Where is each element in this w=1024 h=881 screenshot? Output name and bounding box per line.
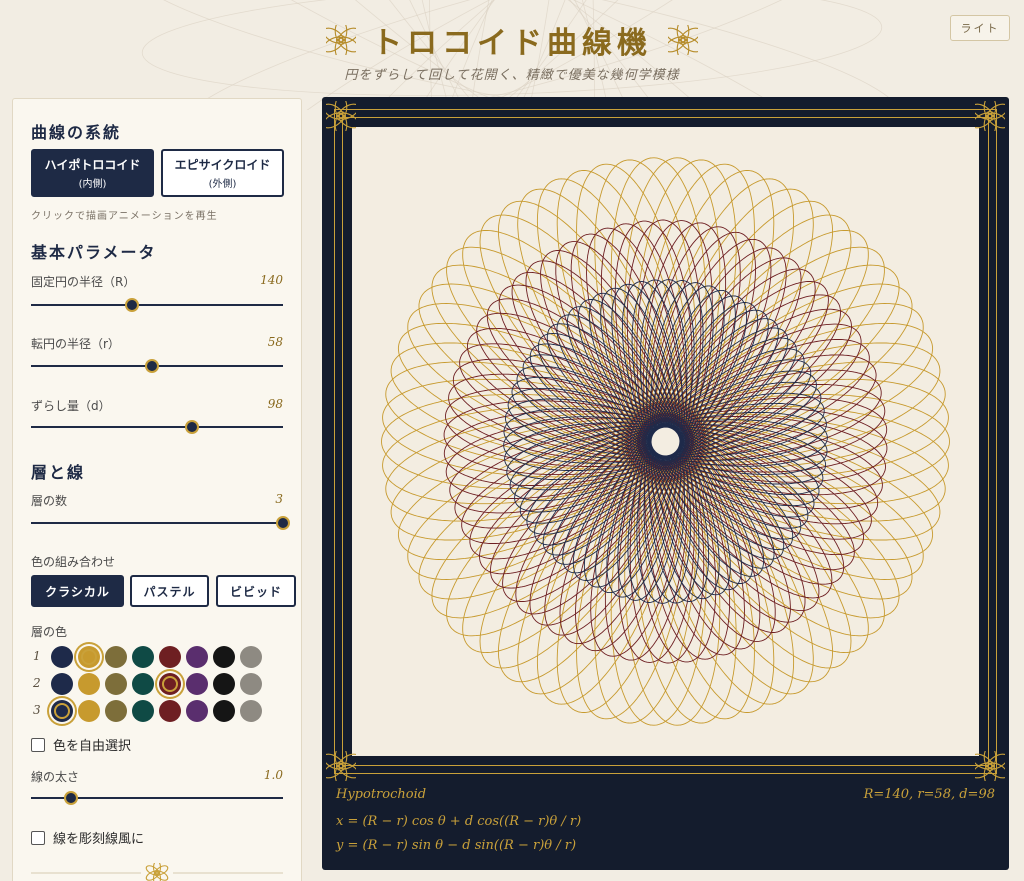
curve-params: R=140, r=58, d=98 xyxy=(863,787,995,802)
color-swatch[interactable] xyxy=(78,700,100,722)
color-swatch[interactable] xyxy=(240,673,262,695)
color-swatch[interactable] xyxy=(51,646,73,668)
color-swatch[interactable] xyxy=(105,700,127,722)
flower-ornament-icon xyxy=(326,25,356,55)
color-swatch[interactable] xyxy=(213,673,235,695)
ornament-divider xyxy=(31,863,283,881)
corner-flower-icon xyxy=(326,101,356,131)
equation-x: x = (R − r) cos θ + d cos((R − r)θ / r) xyxy=(336,814,582,829)
palette-button[interactable]: ビビッド xyxy=(216,575,296,607)
color-swatch[interactable] xyxy=(186,646,208,668)
hypotrochoid-button[interactable]: ハイポトロコイド (内側) xyxy=(31,149,154,197)
line-width-value: 1.0 xyxy=(263,768,283,782)
color-swatch[interactable] xyxy=(240,646,262,668)
animation-hint: クリックで描画アニメーションを再生 xyxy=(31,211,218,222)
d-slider[interactable] xyxy=(31,420,283,434)
color-combo-label: 色の組み合わせ xyxy=(31,555,116,569)
color-swatch[interactable] xyxy=(105,673,127,695)
layer-row-number: 2 xyxy=(33,676,41,690)
R-slider[interactable] xyxy=(31,298,283,312)
line-width-slider[interactable] xyxy=(31,791,283,805)
line-width-label: 線の太さ xyxy=(31,770,80,784)
engrave-checkbox[interactable]: 線を彫刻線風に xyxy=(31,828,144,847)
color-swatch[interactable] xyxy=(78,673,100,695)
curve-name: Hypotrochoid xyxy=(336,787,427,802)
color-swatch[interactable] xyxy=(213,700,235,722)
color-swatch[interactable] xyxy=(186,673,208,695)
canvas-panel: Hypotrochoid R=140, r=58, d=98 x = (R − … xyxy=(322,97,1009,870)
corner-flower-icon xyxy=(975,751,1005,781)
color-swatch[interactable] xyxy=(159,700,181,722)
section-title-basic: 基本パラメータ xyxy=(31,243,157,262)
engrave-checkbox-box[interactable] xyxy=(31,830,45,845)
layer-row-number: 1 xyxy=(33,649,41,663)
trochoid-drawing xyxy=(381,157,950,726)
color-swatch[interactable] xyxy=(105,646,127,668)
drawing-canvas[interactable] xyxy=(352,127,979,756)
layer-row-number: 3 xyxy=(33,703,41,717)
section-title-family: 曲線の系統 xyxy=(31,123,122,142)
color-swatch[interactable] xyxy=(213,646,235,668)
R-value: 140 xyxy=(260,273,283,287)
free-color-checkbox[interactable]: 色を自由選択 xyxy=(31,735,131,754)
layer-count-value: 3 xyxy=(275,492,283,506)
d-value: 98 xyxy=(267,397,283,411)
curve-layer xyxy=(443,219,888,664)
r-slider[interactable] xyxy=(31,359,283,373)
color-swatch[interactable] xyxy=(51,700,73,722)
color-swatch[interactable] xyxy=(186,700,208,722)
color-swatch[interactable] xyxy=(240,700,262,722)
color-swatch[interactable] xyxy=(51,673,73,695)
free-color-checkbox-label: 色を自由選択 xyxy=(53,739,132,754)
d-slider-thumb[interactable] xyxy=(185,420,200,434)
r-slider-thumb[interactable] xyxy=(144,359,159,373)
control-sidebar: 曲線の系統 ハイポトロコイド (内側) エピサイクロイド (外側) クリックで描… xyxy=(12,98,302,881)
epicycloid-sublabel: (外側) xyxy=(208,179,237,190)
r-value: 58 xyxy=(267,335,283,349)
R-label: 固定円の半径（R） xyxy=(31,275,136,289)
palette-button[interactable]: パステル xyxy=(130,575,209,607)
color-swatch[interactable] xyxy=(132,646,154,668)
layer-count-slider-thumb[interactable] xyxy=(276,516,290,530)
color-swatch[interactable] xyxy=(132,673,154,695)
section-title-layers: 層と線 xyxy=(31,463,86,482)
color-swatch[interactable] xyxy=(78,646,100,668)
corner-flower-icon xyxy=(975,101,1005,131)
hypotrochoid-label: ハイポトロコイド xyxy=(44,158,141,172)
r-label: 転円の半径（r） xyxy=(31,337,120,351)
header: トロコイド曲線機 円をずらして回して花開く、精緻で優美な幾何学模様 xyxy=(0,0,1024,96)
color-swatch[interactable] xyxy=(132,700,154,722)
palette-button[interactable]: クラシカル xyxy=(31,575,124,607)
color-swatch[interactable] xyxy=(159,673,181,695)
equation-y: y = (R − r) sin θ − d sin((R − r)θ / r) xyxy=(336,838,577,853)
page-subtitle: 円をずらして回して花開く、精緻で優美な幾何学模様 xyxy=(344,68,680,83)
free-color-checkbox-box[interactable] xyxy=(31,737,45,752)
engrave-checkbox-label: 線を彫刻線風に xyxy=(53,832,145,847)
epicycloid-button[interactable]: エピサイクロイド (外側) xyxy=(161,149,284,197)
d-label: ずらし量（d） xyxy=(31,399,111,413)
hypotrochoid-sublabel: (内側) xyxy=(78,179,107,190)
page-title: トロコイド曲線機 xyxy=(372,26,652,61)
flower-ornament-icon xyxy=(668,25,698,55)
layer-color-label: 層の色 xyxy=(31,625,68,639)
epicycloid-label: エピサイクロイド xyxy=(174,158,271,172)
theme-toggle-button[interactable]: ライト xyxy=(950,15,1010,41)
corner-flower-icon xyxy=(326,751,356,781)
line-width-slider-thumb[interactable] xyxy=(64,791,79,805)
R-slider-thumb[interactable] xyxy=(124,298,139,312)
layer-count-slider[interactable] xyxy=(31,516,290,530)
color-swatch[interactable] xyxy=(159,646,181,668)
layer-count-label: 層の数 xyxy=(31,494,68,508)
